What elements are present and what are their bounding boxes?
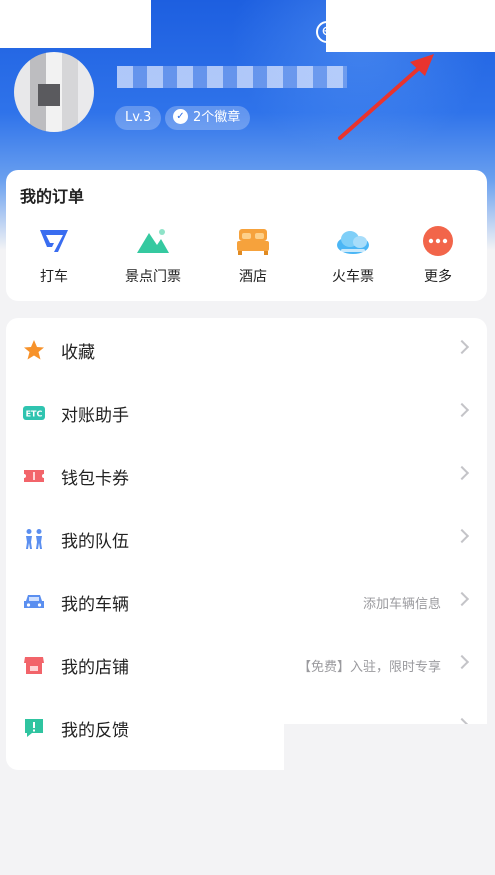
- annotation-arrow-icon: [338, 54, 434, 140]
- username[interactable]: [117, 66, 347, 88]
- train-cloud-icon: [337, 231, 369, 254]
- bed-icon: [237, 229, 269, 255]
- orders-title: 我的订单: [20, 187, 85, 206]
- menu-item-team[interactable]: 我的队伍: [6, 507, 487, 570]
- more-icon: [423, 226, 453, 256]
- medal-count: 2个徽章: [193, 110, 241, 125]
- order-item-taxi[interactable]: 打车: [14, 225, 94, 286]
- chevron-right-icon: [454, 465, 470, 481]
- chevron-right-icon: [454, 528, 470, 544]
- feedback-icon: [25, 719, 43, 737]
- menu-item-reconcile[interactable]: ETC 对账助手: [6, 381, 487, 444]
- team-icon: [26, 529, 42, 549]
- star-icon: [24, 340, 44, 360]
- order-item-train[interactable]: 火车票: [313, 225, 393, 286]
- chevron-right-icon: [454, 339, 470, 355]
- car-icon: [24, 595, 44, 608]
- menu-item-vehicle[interactable]: 我的车辆 添加车辆信息: [6, 570, 487, 633]
- etc-icon: ETC: [23, 406, 45, 420]
- redacted-area: [326, 0, 495, 52]
- redacted-area: [0, 0, 151, 48]
- level-badge[interactable]: Lv.3: [115, 106, 162, 130]
- menu-list: 收藏 ETC 对账助手 钱包卡券 我的队伍 我的车辆 添加车辆信息 我的店铺 【…: [6, 318, 487, 770]
- vehicle-hint: 添加车辆信息: [362, 597, 441, 612]
- order-item-hotel[interactable]: 酒店: [213, 225, 293, 286]
- shop-hint: 【免费】入驻，限时专享: [297, 660, 441, 675]
- mountain-icon: [137, 229, 169, 253]
- avatar[interactable]: [14, 52, 94, 132]
- taxi-icon: [40, 230, 68, 252]
- orders-row: 打车 景点门票 酒店 火车票 更多: [6, 225, 487, 295]
- medal-badge[interactable]: ✓ 2个徽章: [165, 106, 251, 130]
- medal-icon: ✓: [173, 109, 188, 124]
- orders-card: 我的订单 打车 景点门票 酒店 火车票 更多: [6, 170, 487, 301]
- menu-item-shop[interactable]: 我的店铺 【免费】入驻，限时专享: [6, 633, 487, 696]
- order-item-tickets[interactable]: 景点门票: [113, 225, 193, 286]
- ticket-icon: [24, 470, 44, 482]
- shop-icon: [24, 657, 44, 674]
- redacted-area: [284, 724, 495, 770]
- menu-item-wallet[interactable]: 钱包卡券: [6, 444, 487, 507]
- chevron-right-icon: [454, 591, 470, 607]
- menu-item-favorites[interactable]: 收藏: [6, 318, 487, 381]
- svg-text:ETC: ETC: [26, 410, 43, 419]
- chevron-right-icon: [454, 402, 470, 418]
- chevron-right-icon: [454, 654, 470, 670]
- order-item-more[interactable]: 更多: [398, 225, 478, 286]
